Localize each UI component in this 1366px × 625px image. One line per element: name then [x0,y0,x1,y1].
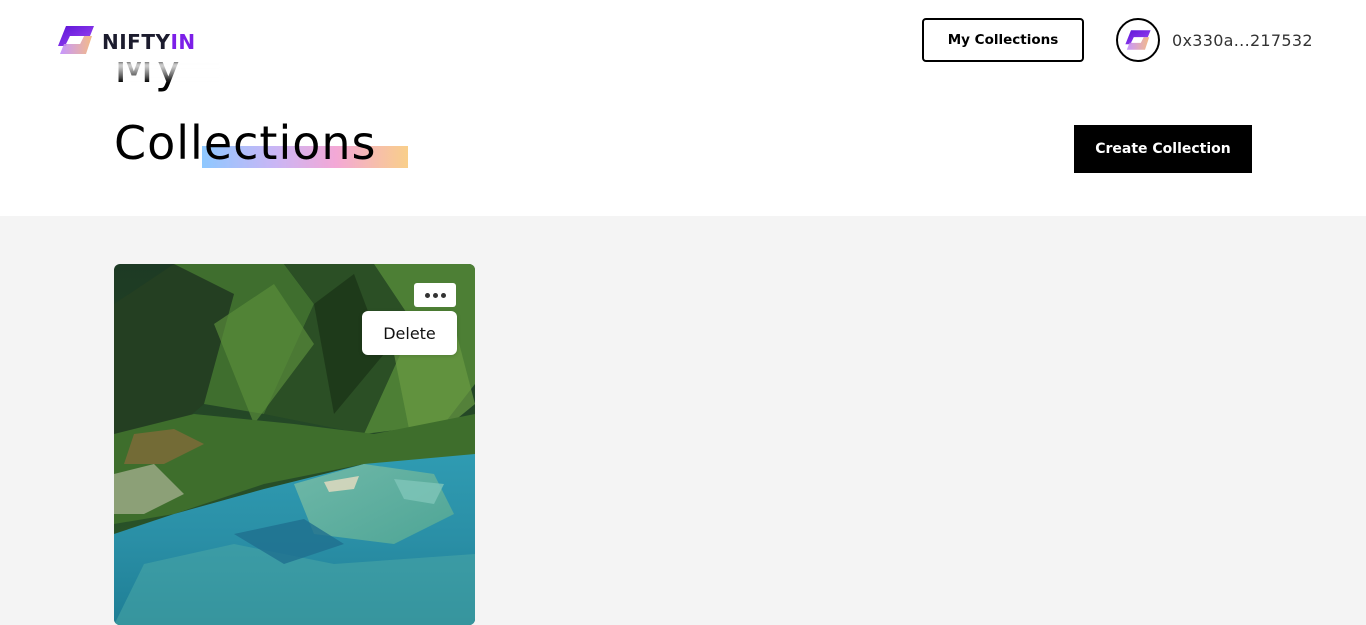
my-collections-button[interactable]: My Collections [922,18,1084,62]
card-options-menu: Delete [362,311,457,355]
account-menu[interactable]: 0x330a...217532 [1116,18,1313,62]
logo-text-accent: IN [170,30,196,54]
more-options-button[interactable] [414,283,456,307]
delete-menu-item[interactable]: Delete [383,324,436,343]
avatar[interactable] [1116,18,1160,62]
niftyin-logo-icon [58,26,94,54]
more-dots-icon [424,292,430,298]
page-title-line2: Collections [114,116,377,170]
logo-text-main: NIFTY [102,30,171,54]
logo[interactable]: NIFTYIN [56,24,196,56]
niftyin-avatar-icon [1125,30,1151,50]
page-title: My Collections [114,62,408,170]
wallet-address[interactable]: 0x330a...217532 [1172,31,1313,50]
title-scroll-fade [114,62,224,80]
collection-card[interactable]: Delete [114,264,475,625]
page: NIFTYIN My Collections 0x330a...217532 C… [0,0,1366,625]
create-collection-button[interactable]: Create Collection [1074,125,1252,173]
collections-section: Delete [0,216,1366,625]
